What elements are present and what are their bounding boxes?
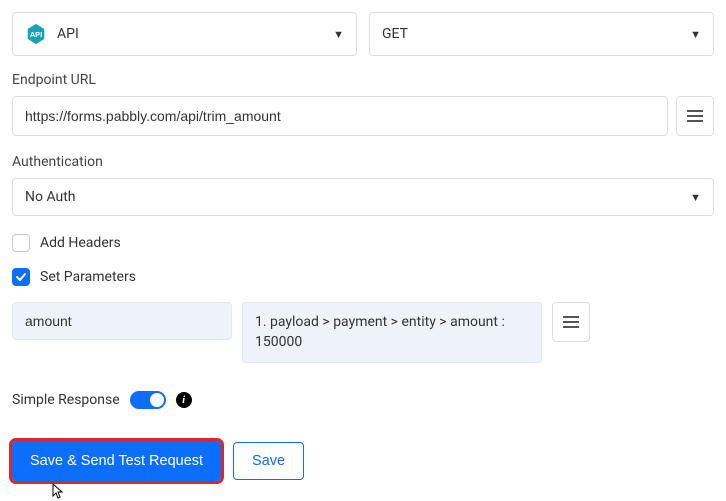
save-send-test-button[interactable]: Save & Send Test Request: [12, 441, 221, 481]
button-row: Save & Send Test Request Save: [12, 441, 714, 481]
endpoint-label: Endpoint URL: [12, 72, 714, 88]
save-button[interactable]: Save: [233, 442, 304, 480]
param-value-display[interactable]: 1. payload > payment > entity > amount :…: [242, 302, 542, 363]
set-params-checkbox[interactable]: [12, 268, 30, 286]
add-headers-row: Add Headers: [12, 234, 714, 252]
endpoint-row: [12, 96, 714, 136]
auth-select[interactable]: No Auth ▼: [12, 178, 714, 216]
method-select[interactable]: GET ▼: [369, 12, 714, 56]
app-method-row: API API ▼ GET ▼: [12, 12, 714, 56]
cursor-icon: [52, 483, 68, 501]
param-key-input[interactable]: [12, 302, 232, 340]
hamburger-icon: [687, 110, 703, 122]
method-select-label: GET: [382, 26, 408, 42]
info-icon[interactable]: i: [176, 392, 192, 408]
auth-label: Authentication: [12, 154, 714, 170]
app-select-label: API: [57, 26, 79, 42]
caret-down-icon: ▼: [690, 28, 701, 41]
caret-down-icon: ▼: [690, 191, 701, 204]
caret-down-icon: ▼: [333, 28, 344, 41]
svg-text:API: API: [30, 30, 42, 39]
simple-response-toggle[interactable]: [130, 391, 166, 409]
api-icon: API: [25, 23, 47, 45]
set-params-row: Set Parameters: [12, 268, 714, 286]
add-headers-checkbox[interactable]: [12, 234, 30, 252]
endpoint-menu-button[interactable]: [676, 96, 714, 136]
endpoint-input[interactable]: [12, 96, 668, 136]
set-params-label: Set Parameters: [40, 269, 136, 285]
param-menu-button[interactable]: [552, 302, 590, 342]
auth-value: No Auth: [25, 189, 76, 205]
add-headers-label: Add Headers: [40, 235, 121, 251]
hamburger-icon: [563, 316, 579, 328]
param-row: 1. payload > payment > entity > amount :…: [12, 302, 714, 363]
simple-response-label: Simple Response: [12, 392, 120, 408]
simple-response-row: Simple Response i: [12, 391, 714, 409]
app-select[interactable]: API API ▼: [12, 12, 357, 56]
